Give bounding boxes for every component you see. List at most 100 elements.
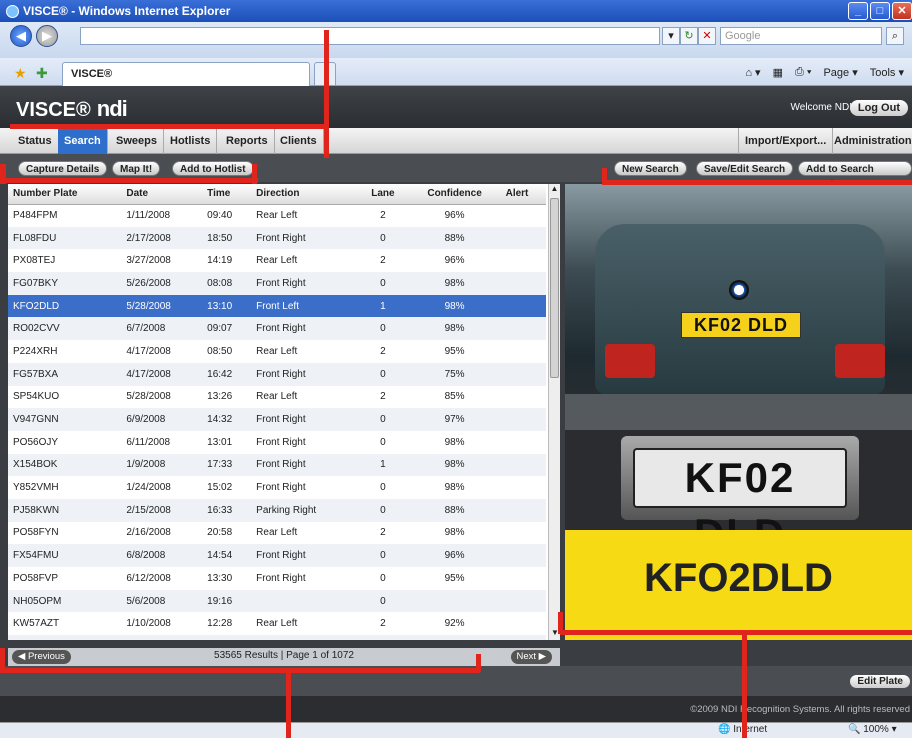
stop-icon[interactable]: ✕	[698, 27, 716, 45]
table-cell	[501, 476, 546, 499]
scroll-thumb[interactable]	[550, 198, 559, 378]
table-cell: 4/17/2008	[126, 345, 171, 357]
forward-button[interactable]: ▶	[36, 25, 58, 47]
home-icon[interactable]: ⌂ ▾	[745, 66, 760, 79]
callout-line	[0, 648, 5, 672]
table-row[interactable]: V947GNN 6/9/2008 14:32 Front Right 0 97%	[8, 408, 546, 431]
table-cell: 08:08	[202, 272, 252, 295]
table-cell: 75%	[403, 362, 501, 386]
maximize-button[interactable]: □	[870, 2, 890, 20]
url-input[interactable]	[80, 27, 660, 45]
administration-menu[interactable]: Administration...	[828, 128, 912, 154]
car-rear	[595, 224, 885, 394]
import-export-menu[interactable]: Import/Export...	[738, 128, 834, 154]
capture-details-button[interactable]: Capture Details	[18, 161, 108, 176]
close-button[interactable]: ✕	[892, 2, 912, 20]
save-edit-search-button[interactable]: Save/Edit Search	[696, 161, 794, 176]
table-cell	[501, 522, 546, 545]
table-row[interactable]: HV57ZGK1/10/200816:22Front Right098%	[8, 635, 546, 640]
print-icon[interactable]: ⎙ ▾	[795, 66, 811, 79]
tab-search[interactable]: Search	[58, 128, 108, 154]
column-header[interactable]: Time	[202, 184, 252, 205]
table-cell: 2/15/2008	[121, 498, 203, 522]
table-cell	[500, 362, 546, 386]
table-row[interactable]: KFO2DLD 5/28/2008 13:10 Front Left 1 98%	[8, 294, 546, 318]
column-header[interactable]: Number Plate	[8, 184, 122, 205]
back-button[interactable]: ◀	[10, 25, 32, 47]
table-cell: 98%	[403, 294, 501, 318]
table-cell: 6/12/2008	[126, 572, 171, 584]
browser-tab[interactable]: VISCE®	[62, 62, 310, 86]
table-row[interactable]: PO58FVP 6/12/2008 13:30 Front Right 0 95%	[8, 567, 546, 590]
table-row[interactable]: FG07BKY 5/26/2008 08:08 Front Right 0 98%	[8, 272, 546, 295]
add-to-search-results-button[interactable]: Add to Search Results	[798, 161, 912, 190]
tools-menu[interactable]: Tools ▾	[870, 66, 904, 79]
callout-line	[476, 654, 481, 672]
tab-status[interactable]: Status	[12, 128, 59, 154]
column-header[interactable]: Lane	[357, 184, 404, 205]
table-row[interactable]: P484FPM 1/11/2008 09:40 Rear Left 2 96%	[8, 204, 546, 227]
scroll-up-icon[interactable]: ▲	[549, 184, 560, 196]
page-menu[interactable]: Page ▾	[823, 66, 857, 79]
table-cell: 0	[357, 226, 404, 250]
car-plate: KF02 DLD	[681, 312, 801, 338]
table-row[interactable]: PJ58KWN 2/15/2008 16:33 Parking Right 0 88%	[8, 498, 546, 522]
table-row[interactable]: NH05OPM 5/6/2008 19:16 0	[8, 589, 546, 613]
tab-sweeps[interactable]: Sweeps	[110, 128, 164, 154]
column-header[interactable]: Date	[121, 184, 203, 205]
dropdown-icon[interactable]: ▾	[662, 27, 680, 45]
table-row[interactable]: RO02CVV 6/7/2008 09:07 Front Right 0 98%	[8, 317, 546, 341]
favorites-star-icon[interactable]: ★	[14, 65, 27, 82]
app-logo: VISCE® ndi	[16, 96, 128, 121]
tab-hotlists[interactable]: Hotlists	[164, 128, 218, 154]
add-to-hotlist-button[interactable]: Add to Hotlist	[172, 161, 254, 176]
logout-button[interactable]: Log Out	[849, 100, 908, 116]
table-row[interactable]: Y852VMH 1/24/2008 15:02 Front Right 0 98%	[8, 476, 546, 499]
refresh-icon[interactable]: ↻	[680, 27, 698, 45]
table-cell: 15:02	[207, 482, 233, 494]
table-row[interactable]: X154BOK 1/9/2008 17:33 Front Right 1 98%	[8, 453, 546, 477]
next-button[interactable]: Next ▶	[510, 650, 552, 664]
zoom-control[interactable]: 🔍 100% ▾	[848, 724, 897, 735]
table-cell: FG07BKY	[8, 272, 122, 295]
table-cell: 98%	[403, 635, 501, 640]
search-input[interactable]: Google	[720, 27, 882, 45]
table-cell: 20:58	[207, 527, 233, 539]
table-row[interactable]: FX54FMU 6/8/2008 14:54 Front Right 0 96%	[8, 544, 546, 567]
table-cell: 13:26	[207, 391, 233, 403]
feeds-icon[interactable]: ▦	[773, 66, 783, 79]
table-cell	[501, 249, 546, 272]
table-scrollbar[interactable]: ▲ ▼	[548, 184, 560, 640]
table-row[interactable]: FG57BXA 4/17/2008 16:42 Front Right 0 75%	[8, 362, 546, 386]
map-it-button[interactable]: Map It!	[112, 161, 161, 176]
table-row[interactable]: KW57AZT 1/10/2008 12:28 Rear Left 2 92%	[8, 612, 546, 635]
table-row[interactable]: PX08TEJ 3/27/2008 14:19 Rear Left 2 96%	[8, 249, 546, 272]
table-cell: 85%	[444, 391, 465, 403]
table-cell: 0	[357, 408, 404, 431]
table-row[interactable]: P224XRH 4/17/2008 08:50 Rear Left 2 95%	[8, 340, 546, 363]
minimize-button[interactable]: _	[848, 2, 868, 20]
table-cell: 0	[380, 436, 386, 448]
table-row[interactable]: SP54KUO 5/28/2008 13:26 Rear Left 2 85%	[8, 386, 546, 409]
column-header[interactable]: Alert	[500, 184, 546, 205]
table-row[interactable]: PO56OJY 6/11/2008 13:01 Front Right 0 98%	[8, 431, 546, 454]
table-cell: 1/24/2008	[126, 482, 171, 494]
column-header[interactable]: Confidence	[403, 184, 501, 205]
add-favorites-icon[interactable]: ✚	[36, 65, 48, 82]
table-cell: 5/6/2008	[121, 589, 203, 613]
column-header[interactable]: Direction	[251, 184, 358, 205]
tab-reports[interactable]: Reports	[220, 128, 275, 154]
table-row[interactable]: FL08FDU 2/17/2008 18:50 Front Right 0 88%	[8, 226, 546, 250]
table-cell: 6/11/2008	[126, 436, 171, 448]
table-row[interactable]: PO58FYN 2/16/2008 20:58 Rear Left 2 98%	[8, 522, 546, 545]
edit-plate-button[interactable]: Edit Plate	[850, 675, 910, 688]
new-search-button[interactable]: New Search	[614, 161, 687, 176]
table-cell: 96%	[403, 544, 501, 567]
search-icon[interactable]: ⌕	[886, 27, 904, 45]
tab-clients[interactable]: Clients	[274, 128, 324, 154]
table-cell: 0	[380, 572, 386, 584]
table-cell: 08:50	[207, 345, 233, 357]
table-cell: Rear Left	[256, 618, 298, 630]
table-cell: 12:28	[207, 618, 233, 630]
table-cell: 0	[357, 635, 404, 640]
